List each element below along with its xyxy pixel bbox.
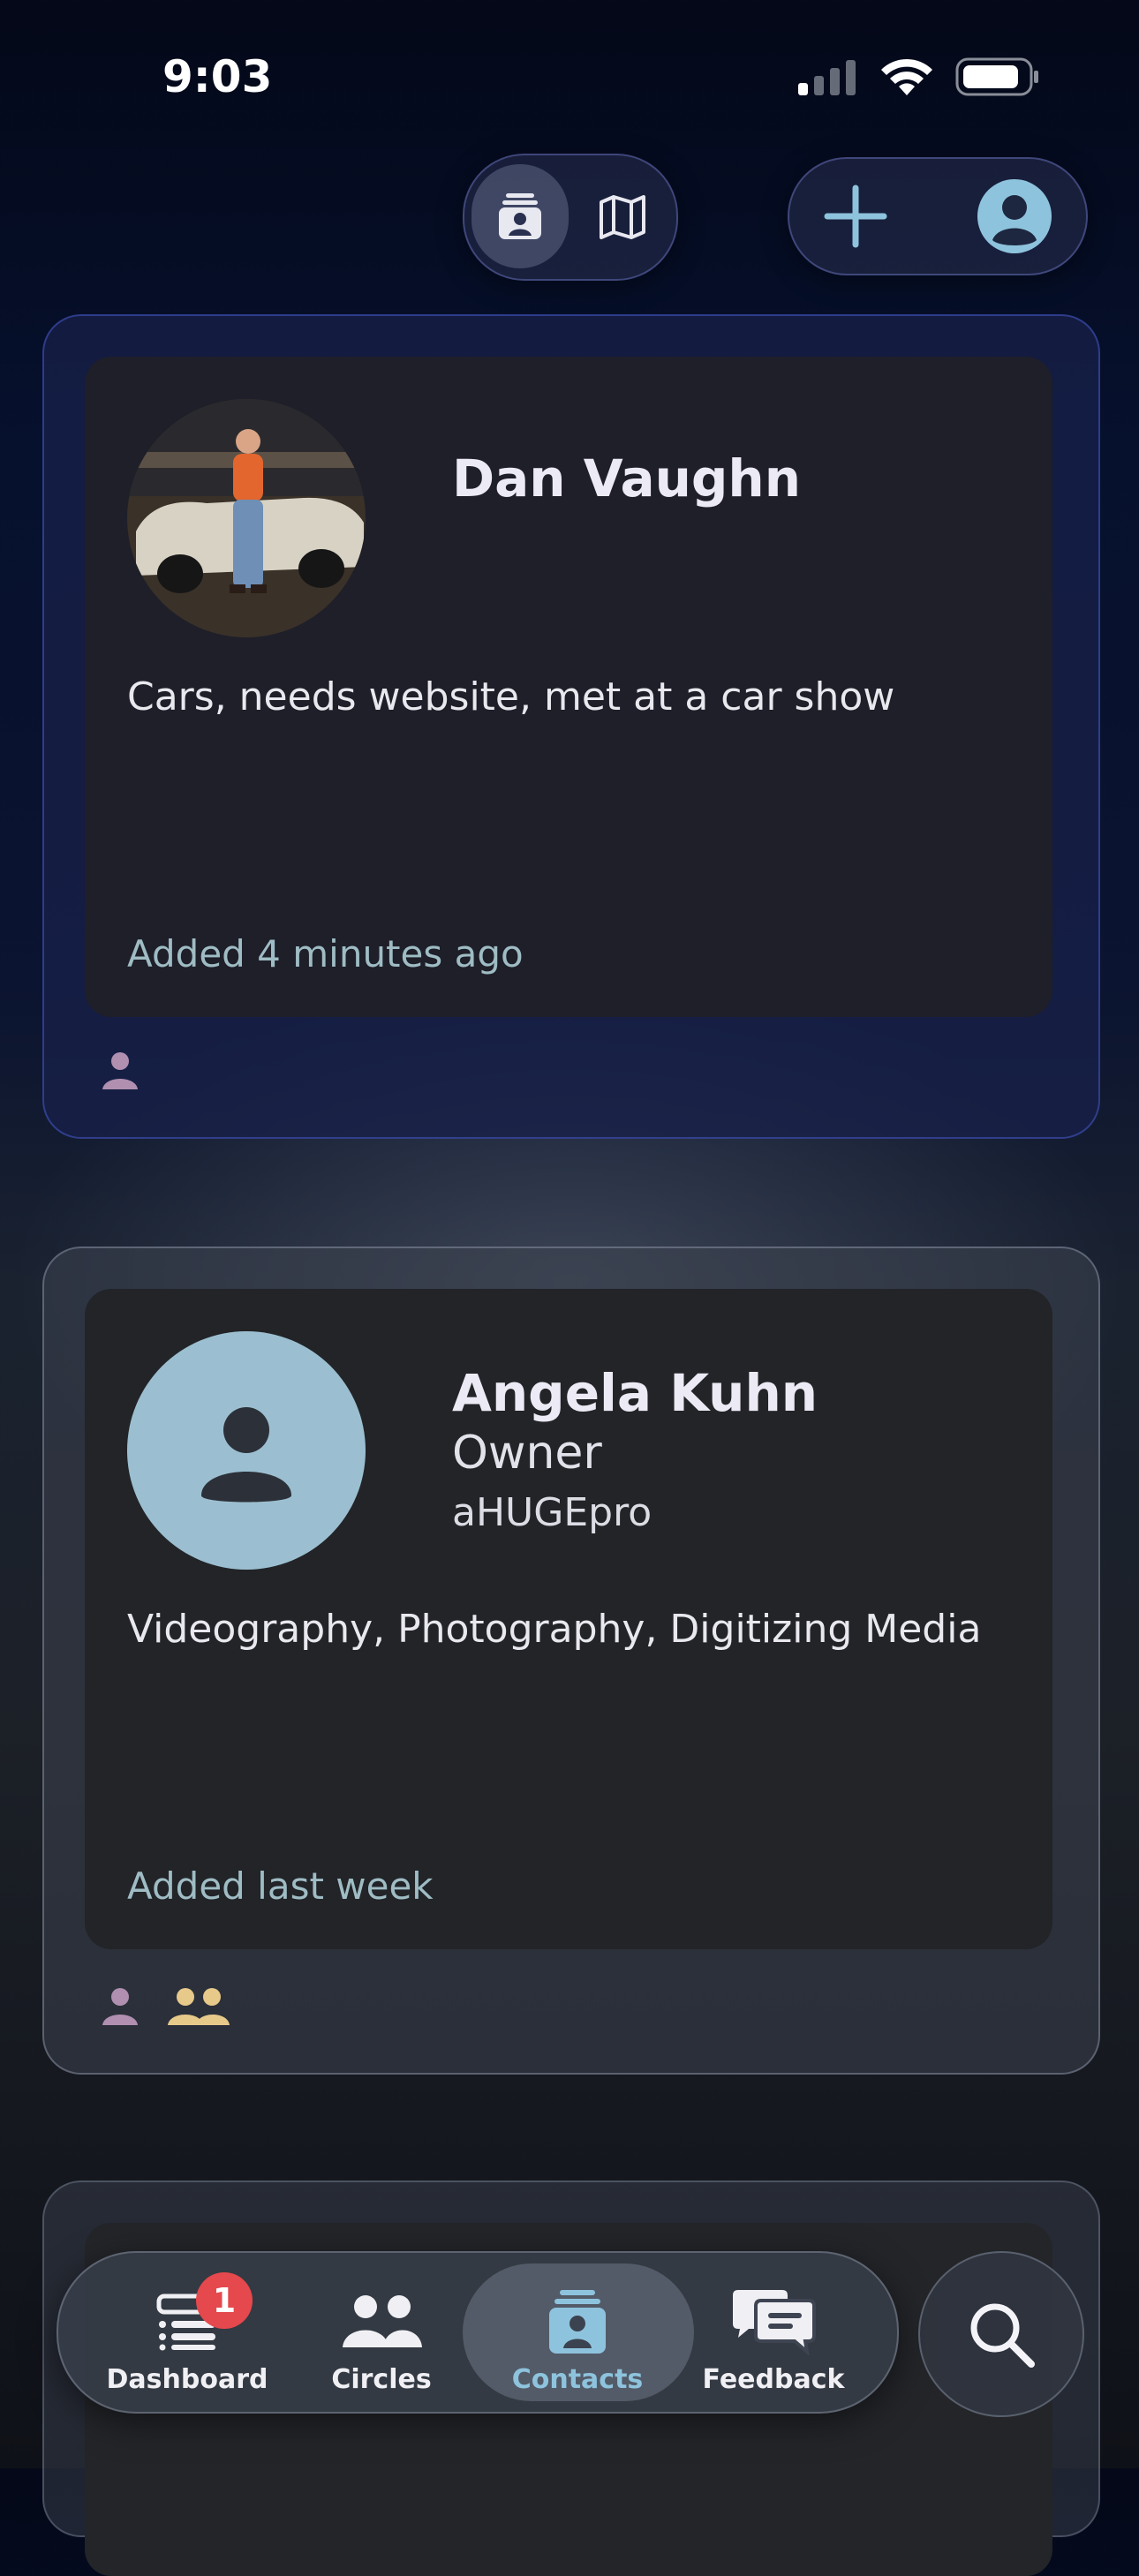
map-icon <box>600 195 645 239</box>
contact-note: Videography, Photography, Digitizing Med… <box>127 1607 982 1652</box>
tab-feedback[interactable]: Feedback <box>676 2253 871 2412</box>
contact-name: Dan Vaughn <box>452 448 802 508</box>
battery-icon <box>955 57 1038 96</box>
map-view-button[interactable] <box>583 177 662 256</box>
search-icon <box>970 2303 1035 2368</box>
status-icons <box>796 56 1040 97</box>
contact-photo <box>127 399 366 637</box>
circles-icon <box>343 2295 422 2347</box>
contacts-view-button[interactable] <box>480 177 560 256</box>
contact-avatar-placeholder <box>127 1331 366 1570</box>
contact-name: Angela Kuhn <box>452 1363 818 1423</box>
person-icon <box>102 1052 138 1089</box>
tab-bar: 1 Dashboard Circles Contacts Feedback <box>57 2251 899 2414</box>
cellular-signal-icon <box>798 60 856 95</box>
group-icon <box>168 1988 230 2025</box>
person-placeholder-icon <box>201 1407 291 1503</box>
contact-card-icon <box>499 193 541 239</box>
contact-card[interactable]: Angela Kuhn Owner aHUGEpro Videography, … <box>42 1247 1100 2075</box>
tab-label: Circles <box>331 2364 432 2395</box>
contact-role: Owner <box>452 1427 602 1480</box>
profile-button[interactable] <box>966 169 1063 263</box>
wifi-icon <box>881 58 932 95</box>
tab-label: Feedback <box>702 2364 845 2395</box>
profile-icon <box>977 179 1052 253</box>
contact-company: aHUGEpro <box>452 1490 652 1535</box>
add-contact-button[interactable] <box>807 169 904 263</box>
added-time: Added 4 minutes ago <box>127 932 524 975</box>
status-time: 9:03 <box>162 51 273 102</box>
added-time: Added last week <box>127 1864 434 1908</box>
tag-row <box>99 1049 141 1091</box>
notification-badge: 1 <box>196 2272 253 2329</box>
contacts-icon <box>549 2290 606 2354</box>
contact-card-body: Angela Kuhn Owner aHUGEpro Videography, … <box>85 1289 1052 1949</box>
search-button[interactable] <box>918 2251 1084 2417</box>
tag-row <box>99 1985 231 2027</box>
tab-label: Contacts <box>511 2364 644 2395</box>
tab-circles[interactable]: Circles <box>284 2253 479 2412</box>
contact-card[interactable]: Dan Vaughn Cars, needs website, met at a… <box>42 314 1100 1139</box>
header-actions <box>788 157 1088 275</box>
view-toggle <box>463 154 678 281</box>
tab-dashboard[interactable]: 1 Dashboard <box>90 2253 284 2412</box>
tab-contacts[interactable]: Contacts <box>480 2253 675 2412</box>
contact-note: Cars, needs website, met at a car show <box>127 674 895 719</box>
plus-icon <box>824 185 887 248</box>
person-icon <box>102 1988 138 2025</box>
tab-label: Dashboard <box>106 2364 268 2395</box>
contact-card-body: Dan Vaughn Cars, needs website, met at a… <box>85 357 1052 1017</box>
feedback-icon <box>733 2290 816 2355</box>
